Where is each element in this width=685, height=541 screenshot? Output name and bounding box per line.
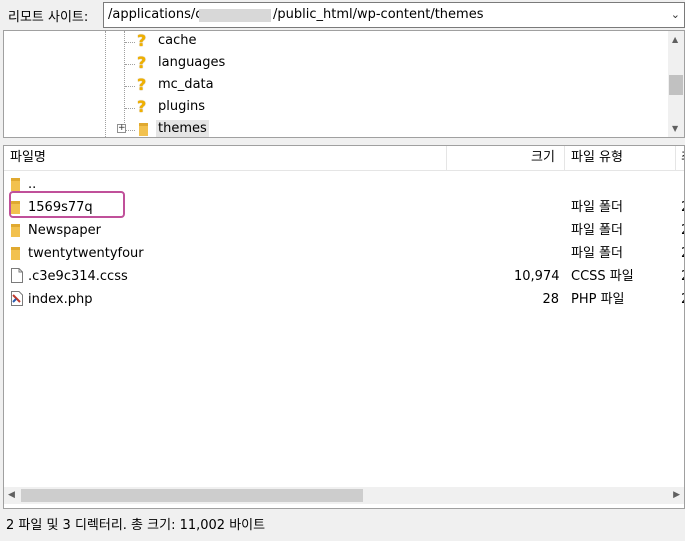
expand-icon[interactable]: + — [117, 124, 126, 133]
remote-site-label: 리모트 사이트: — [8, 10, 89, 25]
folder-icon — [11, 178, 20, 191]
file-type: PHP 파일 — [571, 292, 625, 307]
file-name: twentytwentyfour — [28, 246, 144, 261]
tree-item-label: plugins — [158, 99, 205, 114]
tree-item-label: languages — [158, 55, 226, 70]
file-name: .c3e9c314.ccss — [28, 269, 128, 284]
table-row[interactable]: Newspaper 파일 폴더 2 — [4, 219, 684, 242]
file-modified: 2 — [681, 222, 684, 239]
highlight-box — [9, 191, 125, 218]
tree-vertical-scrollbar[interactable]: ▲ ▼ — [668, 31, 684, 137]
column-header-size[interactable]: 크기 — [531, 146, 555, 170]
tree-guide-line — [124, 31, 125, 131]
folder-icon — [139, 123, 148, 136]
scroll-thumb[interactable] — [669, 75, 683, 95]
file-modified: 2 — [681, 268, 684, 285]
redacted-path-segment — [199, 9, 271, 22]
column-header-modified[interactable]: 최 — [681, 146, 684, 170]
file-modified: 2 — [681, 199, 684, 216]
remote-path-combobox[interactable]: /applications/c /public_html/wp-content/… — [103, 2, 685, 28]
question-folder-icon: ? — [137, 53, 147, 72]
file-type: 파일 폴더 — [571, 246, 623, 261]
question-folder-icon: ? — [137, 97, 147, 116]
file-size: 28 — [542, 292, 559, 307]
table-row[interactable]: twentytwentyfour 파일 폴더 2 — [4, 242, 684, 265]
tree-item-label: themes — [156, 120, 209, 137]
tree-item-label: cache — [158, 33, 197, 48]
file-modified: 2 — [681, 245, 684, 262]
scroll-right-icon[interactable]: ▶ — [673, 490, 680, 500]
scroll-up-icon[interactable]: ▲ — [672, 35, 678, 44]
folder-icon — [11, 247, 20, 260]
scroll-down-icon[interactable]: ▼ — [672, 124, 678, 133]
column-header-name[interactable]: 파일명 — [10, 146, 46, 170]
status-bar: 2 파일 및 3 디렉터리. 총 크기: 11,002 바이트 — [0, 510, 685, 541]
remote-site-bar: 리모트 사이트: /applications/c /public_html/wp… — [0, 0, 685, 30]
table-row[interactable]: index.php 28 PHP 파일 2 — [4, 288, 684, 311]
sort-ascending-icon: ⌃ — [220, 145, 229, 151]
chevron-down-icon[interactable]: ⌄ — [671, 8, 680, 21]
file-type: 파일 폴더 — [571, 200, 623, 215]
file-type: 파일 폴더 — [571, 223, 623, 238]
tree-item-label: mc_data — [158, 77, 214, 92]
file-icon — [11, 268, 23, 283]
file-list-header: 파일명 ⌃ 크기 파일 유형 최 — [4, 145, 684, 171]
column-header-type[interactable]: 파일 유형 — [571, 146, 623, 170]
horizontal-scrollbar[interactable]: ◀ ▶ — [4, 487, 684, 504]
file-name: index.php — [28, 292, 93, 307]
status-text: 2 파일 및 3 디렉터리. 총 크기: 11,002 바이트 — [6, 518, 266, 533]
tree-guide-line — [105, 31, 106, 137]
remote-directory-tree[interactable]: ? cache ? languages ? mc_data ? plugins … — [3, 30, 685, 138]
question-folder-icon: ? — [137, 31, 147, 50]
file-size: 10,974 — [514, 269, 560, 284]
file-type: CCSS 파일 — [571, 269, 634, 284]
remote-path-end: /public_html/wp-content/themes — [273, 7, 484, 22]
file-name: Newspaper — [28, 223, 101, 238]
remote-path-start: /applications/c — [108, 7, 203, 22]
scroll-left-icon[interactable]: ◀ — [8, 490, 15, 500]
table-row[interactable]: .c3e9c314.ccss 10,974 CCSS 파일 2 — [4, 265, 684, 288]
folder-icon — [11, 224, 20, 237]
question-folder-icon: ? — [137, 75, 147, 94]
file-modified: 2 — [681, 291, 684, 308]
scroll-thumb[interactable] — [21, 489, 363, 502]
remote-file-list[interactable]: 파일명 ⌃ 크기 파일 유형 최 .. 1569s77q 파일 폴더 2 New… — [3, 145, 685, 509]
php-file-icon — [11, 291, 23, 306]
